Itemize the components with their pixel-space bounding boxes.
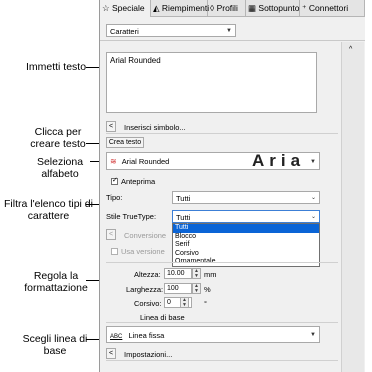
callout-click-create: Clicca per creare testo bbox=[30, 126, 86, 150]
callout-line bbox=[86, 280, 100, 281]
tab-underlay[interactable]: ▦ Sottopunto bbox=[246, 0, 300, 16]
tab-label: Connettori bbox=[308, 3, 349, 13]
settings-expand-button[interactable]: < bbox=[106, 348, 116, 359]
italic-label: Corsivo: bbox=[134, 299, 162, 308]
italic-stepper[interactable]: ▲ ▼ bbox=[180, 297, 189, 308]
chevron-down-icon: ▼ bbox=[310, 332, 316, 338]
width-input[interactable]: 100 bbox=[164, 283, 192, 294]
text-input-value: Arial Rounded bbox=[110, 56, 161, 65]
connector-icon: ⁺ bbox=[302, 3, 307, 13]
width-stepper[interactable]: ▲ ▼ bbox=[192, 283, 201, 294]
insert-symbol-link[interactable]: Inserisci simbolo... bbox=[124, 123, 186, 132]
chevron-down-icon: ⌄ bbox=[310, 195, 316, 201]
tab-label: Sottopunto bbox=[258, 3, 300, 13]
baseline-label: Linea di base bbox=[140, 313, 185, 322]
expand-button[interactable]: < bbox=[106, 121, 116, 132]
height-unit: mm bbox=[204, 270, 217, 279]
object-type-value: Caratteri bbox=[110, 27, 139, 36]
callout-choose-baseline: Scegli linea di base bbox=[22, 333, 88, 357]
star-icon: ☆ bbox=[102, 3, 110, 13]
truetype-value: Tutti bbox=[176, 213, 191, 222]
divider bbox=[106, 322, 338, 323]
width-label: Larghezza: bbox=[126, 285, 164, 294]
outline-icon: ◊ bbox=[210, 3, 215, 13]
chevron-down-icon: ▼ bbox=[226, 28, 232, 34]
dropdown-option[interactable]: Corsivo bbox=[173, 250, 319, 259]
underlay-icon: ▦ bbox=[248, 3, 257, 13]
tab-label: Profili bbox=[216, 3, 238, 13]
object-type-select[interactable]: Caratteri ▼ bbox=[106, 24, 236, 37]
tab-special[interactable]: ☆ Speciale bbox=[100, 0, 151, 17]
baseline-value: Linea fissa bbox=[128, 331, 165, 340]
tab-outlines[interactable]: ◊ Profili bbox=[208, 0, 246, 16]
scrollbar[interactable]: ^ bbox=[341, 42, 364, 372]
scroll-up-arrow-icon[interactable]: ^ bbox=[349, 46, 352, 53]
width-unit: % bbox=[204, 285, 211, 294]
baseline-type-icon: ABC bbox=[110, 334, 123, 340]
conversion-label: Conversione bbox=[124, 231, 167, 240]
chevron-down-icon: ▼ bbox=[310, 159, 316, 165]
height-stepper[interactable]: ▲ ▼ bbox=[192, 268, 201, 279]
alphabet-select[interactable]: ≋ Arial Rounded Aria ▼ bbox=[106, 152, 320, 170]
use-version-label: Usa versione bbox=[121, 247, 165, 256]
divider bbox=[100, 40, 365, 41]
use-version-checkbox[interactable] bbox=[111, 248, 118, 255]
tab-label: Speciale bbox=[112, 3, 145, 13]
alphabet-preview: Aria bbox=[252, 151, 306, 170]
create-text-button[interactable]: Crea testo bbox=[106, 137, 144, 148]
truetype-dropdown-list[interactable]: Tutti Blocco Serif Corsivo Ornamentale bbox=[172, 223, 320, 267]
preview-checkbox[interactable]: ✓ bbox=[111, 177, 118, 185]
alphabet-type-icon: ≋ bbox=[110, 157, 117, 166]
object-properties-panel: ☆ Speciale ◭ Riempimenti ◊ Profili ▦ Sot… bbox=[99, 0, 365, 372]
settings-link[interactable]: Impostazioni... bbox=[124, 350, 172, 359]
callout-line bbox=[86, 67, 100, 68]
type-select[interactable]: Tutti ⌄ bbox=[172, 191, 320, 204]
callout-line bbox=[86, 204, 100, 205]
callout-enter-text: Immetti testo bbox=[25, 61, 87, 73]
height-input[interactable]: 10.00 bbox=[164, 268, 192, 279]
type-label: Tipo: bbox=[106, 193, 123, 202]
baseline-select[interactable]: ABC Linea fissa ▼ bbox=[106, 326, 320, 343]
conversion-expand-button[interactable]: < bbox=[106, 229, 116, 240]
truetype-label: Stile TrueType: bbox=[106, 212, 157, 221]
fill-icon: ◭ bbox=[153, 3, 160, 13]
italic-unit: ° bbox=[204, 299, 207, 308]
divider bbox=[106, 262, 338, 263]
truetype-select[interactable]: Tutti ⌄ bbox=[172, 210, 320, 223]
dropdown-option[interactable]: Blocco bbox=[173, 233, 319, 242]
checkmark-icon: ✓ bbox=[112, 177, 118, 184]
type-value: Tutti bbox=[176, 194, 191, 203]
divider bbox=[106, 360, 338, 361]
callout-line bbox=[86, 143, 100, 144]
tab-label: Riempimenti bbox=[161, 3, 210, 13]
dropdown-option[interactable]: Serif bbox=[173, 241, 319, 250]
divider bbox=[106, 133, 338, 134]
callout-select-alphabet: Seleziona alfabeto bbox=[36, 156, 84, 180]
text-input[interactable]: Arial Rounded bbox=[106, 52, 317, 113]
height-label: Altezza: bbox=[134, 270, 161, 279]
tab-connectors[interactable]: ⁺ Connettori bbox=[300, 0, 365, 16]
callout-adjust-format: Regola la formattazione bbox=[24, 270, 88, 294]
tab-fills[interactable]: ◭ Riempimenti bbox=[151, 0, 210, 16]
callout-line bbox=[86, 339, 100, 340]
dropdown-option[interactable]: Tutti bbox=[173, 224, 319, 233]
callout-filter-list: Filtra l'elenco tipi di carattere bbox=[4, 198, 93, 222]
preview-label: Anteprima bbox=[121, 177, 156, 186]
tab-bar: ☆ Speciale ◭ Riempimenti ◊ Profili ▦ Sot… bbox=[100, 0, 365, 17]
alphabet-value: Arial Rounded bbox=[121, 157, 170, 166]
